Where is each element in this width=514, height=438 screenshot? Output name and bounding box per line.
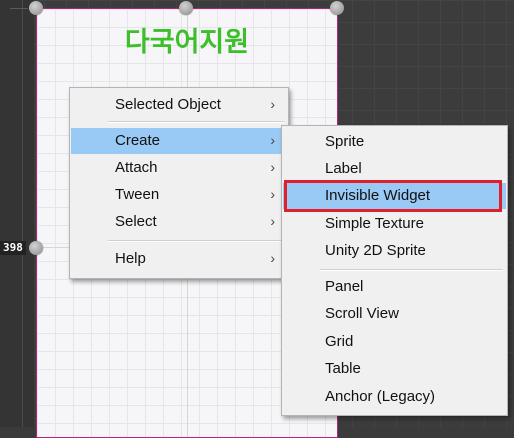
submenu-item-label: Sprite xyxy=(325,133,365,150)
submenu-item-label: Label xyxy=(325,160,362,177)
chevron-right-icon: › xyxy=(270,159,275,175)
canvas-title-label[interactable]: 다국어지원 xyxy=(36,20,338,59)
submenu-item-simple-texture[interactable]: Simple Texture xyxy=(283,211,506,237)
size-readout: 398 xyxy=(0,241,26,255)
menu-item-label: Tween xyxy=(115,186,160,203)
ruler-line xyxy=(22,0,23,427)
submenu-item-label: Anchor (Legacy) xyxy=(325,388,436,405)
chevron-right-icon: › xyxy=(270,96,275,112)
resize-handle-middle-left[interactable] xyxy=(29,241,43,255)
submenu-item-anchor-legacy[interactable]: Anchor (Legacy) xyxy=(283,384,506,410)
chevron-right-icon: › xyxy=(270,186,275,202)
submenu-item-sprite[interactable]: Sprite xyxy=(283,129,506,155)
menu-item-attach[interactable]: Attach › xyxy=(71,155,287,181)
menu-separator xyxy=(108,121,284,123)
resize-handle-top-right[interactable] xyxy=(330,1,344,15)
submenu-item-label[interactable]: Label xyxy=(283,156,506,182)
menu-item-label: Create xyxy=(115,132,161,149)
annotation-highlight-box xyxy=(284,180,502,212)
submenu-item-grid[interactable]: Grid xyxy=(283,329,506,355)
submenu-item-scroll-view[interactable]: Scroll View xyxy=(283,301,506,327)
resize-handle-top-center[interactable] xyxy=(179,1,193,15)
context-menu: Selected Object › Create › Attach › Twee… xyxy=(69,87,289,279)
menu-item-label: Select xyxy=(115,213,157,230)
resize-handle-top-left[interactable] xyxy=(29,1,43,15)
submenu-item-label: Unity 2D Sprite xyxy=(325,242,426,259)
menu-item-label: Attach xyxy=(115,159,158,176)
submenu-item-unity-2d-sprite[interactable]: Unity 2D Sprite xyxy=(283,238,506,264)
menu-item-selected-object[interactable]: Selected Object › xyxy=(71,92,287,118)
menu-item-help[interactable]: Help › xyxy=(71,246,287,272)
menu-item-label: Help xyxy=(115,250,146,267)
create-submenu: Sprite Label Invisible Widget Simple Tex… xyxy=(281,125,508,416)
chevron-right-icon: › xyxy=(270,250,275,266)
submenu-item-table[interactable]: Table xyxy=(283,356,506,382)
menu-item-select[interactable]: Select › xyxy=(71,209,287,235)
menu-separator xyxy=(320,269,503,271)
submenu-item-label: Simple Texture xyxy=(325,215,424,232)
ruler-panel xyxy=(0,0,34,427)
menu-item-label: Selected Object xyxy=(115,96,221,113)
chevron-right-icon: › xyxy=(270,213,275,229)
submenu-item-label: Grid xyxy=(325,333,354,350)
menu-item-tween[interactable]: Tween › xyxy=(71,182,287,208)
submenu-item-panel[interactable]: Panel xyxy=(283,274,506,300)
menu-item-create[interactable]: Create › xyxy=(71,128,287,154)
submenu-item-label: Table xyxy=(325,360,361,377)
menu-separator xyxy=(108,240,284,242)
submenu-item-label: Panel xyxy=(325,278,364,295)
submenu-item-label: Scroll View xyxy=(325,305,399,322)
chevron-right-icon: › xyxy=(270,132,275,148)
ruler-tick xyxy=(10,8,28,9)
